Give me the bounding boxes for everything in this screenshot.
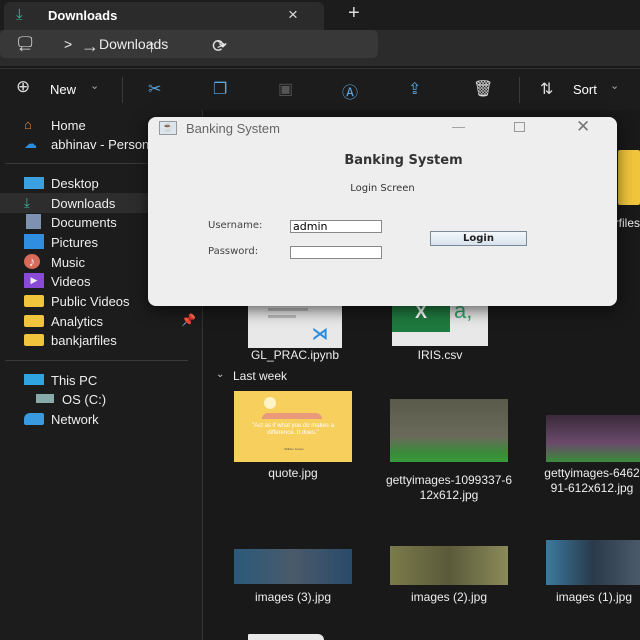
file-label[interactable]: quote.jpg xyxy=(234,466,352,481)
cut-button[interactable]: ✂ xyxy=(148,79,161,99)
breadcrumb-sep: > xyxy=(64,36,73,52)
divider xyxy=(519,77,520,103)
close-tab-button[interactable]: × xyxy=(288,5,298,25)
window-title: Banking System xyxy=(186,121,280,136)
file-label[interactable]: IRIS.csv xyxy=(380,348,500,363)
file-thumbnail-csv[interactable]: X a, xyxy=(392,298,488,346)
videos-icon: ▶ xyxy=(24,273,44,288)
download-icon: ⤓ xyxy=(24,195,30,210)
paste-button[interactable]: ▣ xyxy=(278,79,293,99)
file-label[interactable]: gettyimages-646291-612x612.jpg xyxy=(544,466,640,496)
copy-button[interactable]: ❐ xyxy=(213,79,227,99)
forward-button[interactable]: → xyxy=(81,36,99,57)
minimize-button[interactable]: — xyxy=(452,119,465,134)
divider xyxy=(5,360,188,361)
vscode-icon: ⋊ xyxy=(312,326,328,343)
plus-circle-icon: ⊕ xyxy=(16,77,31,96)
file-thumbnail-partial[interactable] xyxy=(248,634,324,640)
file-label[interactable]: GL_PRAC.ipynb xyxy=(232,348,358,363)
maximize-button[interactable] xyxy=(514,122,525,132)
folder-icon xyxy=(24,334,44,346)
folder-thumbnail[interactable] xyxy=(618,150,640,205)
banking-system-window: ☕ Banking System — ✕ Banking System Logi… xyxy=(148,117,617,306)
tab-title: Downloads xyxy=(48,8,118,23)
download-icon: ⤓ xyxy=(16,6,23,23)
sidebar-item-network[interactable]: Network xyxy=(0,409,203,429)
divider xyxy=(122,77,123,103)
sidebar-item-os-c[interactable]: OS (C:) xyxy=(0,389,203,409)
file-thumbnail-getty1[interactable] xyxy=(390,399,508,462)
new-tab-button[interactable]: + xyxy=(348,2,360,25)
file-thumbnail-getty2[interactable] xyxy=(546,415,640,462)
sidebar-item-analytics[interactable]: Analytics 📌 xyxy=(0,311,203,331)
username-label: Username: xyxy=(208,220,263,231)
pin-icon[interactable]: 📌 xyxy=(181,313,196,327)
tab-bar: ⤓ Downloads × + xyxy=(0,0,640,30)
chevron-down-icon: ⌄ xyxy=(90,80,100,92)
java-icon: ☕ xyxy=(159,121,177,135)
share-button[interactable]: ⇪ xyxy=(408,79,421,99)
monitor-icon: 🖵 xyxy=(18,34,33,51)
file-thumbnail-images3[interactable] xyxy=(234,549,352,584)
document-icon xyxy=(26,214,41,229)
login-button[interactable]: Login xyxy=(430,231,527,246)
subheading: Login Screen xyxy=(350,183,415,194)
network-icon xyxy=(24,413,44,425)
tab-downloads[interactable]: ⤓ Downloads × xyxy=(4,2,324,30)
close-button[interactable]: ✕ xyxy=(576,117,590,137)
pictures-icon xyxy=(24,234,44,249)
folder-icon xyxy=(24,295,44,307)
chevron-down-icon: ⌄ xyxy=(610,80,620,92)
username-field[interactable] xyxy=(290,220,382,233)
group-header[interactable]: Last week xyxy=(233,369,287,383)
nav-bar: ← → ↑ ⟳ 🖵 > Downloads > xyxy=(0,30,640,66)
drive-icon xyxy=(36,394,54,403)
breadcrumb-downloads[interactable]: Downloads xyxy=(99,36,168,52)
chevron-down-icon[interactable]: ⌄ xyxy=(216,369,224,380)
file-thumbnail-images2[interactable] xyxy=(390,546,508,585)
file-thumbnail-ipynb[interactable]: ⋊ xyxy=(248,302,342,348)
delete-button[interactable]: 🗑 xyxy=(473,79,493,99)
command-bar: ⊕ New ⌄ ✂ ❐ ▣ Ⓐ ⇪ 🗑 ⇅ Sort ⌄ xyxy=(0,68,640,110)
heading: Banking System xyxy=(344,153,463,168)
desktop-icon xyxy=(24,177,44,189)
cloud-icon: ☁ xyxy=(24,136,37,151)
home-icon: ⌂ xyxy=(24,117,32,132)
file-label[interactable]: gettyimages-1099337-612x612.jpg xyxy=(384,473,514,503)
file-label[interactable]: images (2).jpg xyxy=(384,590,514,605)
address-bar[interactable]: 🖵 > Downloads > xyxy=(0,30,378,58)
music-icon: ♪ xyxy=(24,254,40,269)
new-button[interactable]: New xyxy=(50,82,76,97)
sidebar-item-this-pc[interactable]: This PC xyxy=(0,370,203,390)
folder-icon xyxy=(24,315,44,327)
file-label[interactable]: images (1).jpg xyxy=(546,590,640,605)
file-thumbnail-images1[interactable] xyxy=(546,540,640,585)
pc-icon xyxy=(24,374,44,385)
breadcrumb-sep[interactable]: > xyxy=(217,36,225,52)
rename-button[interactable]: Ⓐ xyxy=(342,79,358,103)
sidebar-item-bankjarfiles[interactable]: bankjarfiles xyxy=(0,330,203,350)
sort-button[interactable]: Sort xyxy=(573,82,597,97)
file-label[interactable]: images (3).jpg xyxy=(228,590,358,605)
sort-icon: ⇅ xyxy=(540,81,554,98)
file-thumbnail-quote[interactable]: "Act as if what you do makes a differenc… xyxy=(234,391,352,462)
excel-icon: X xyxy=(392,302,450,332)
password-label: Password: xyxy=(208,246,259,257)
password-field[interactable] xyxy=(290,246,382,259)
